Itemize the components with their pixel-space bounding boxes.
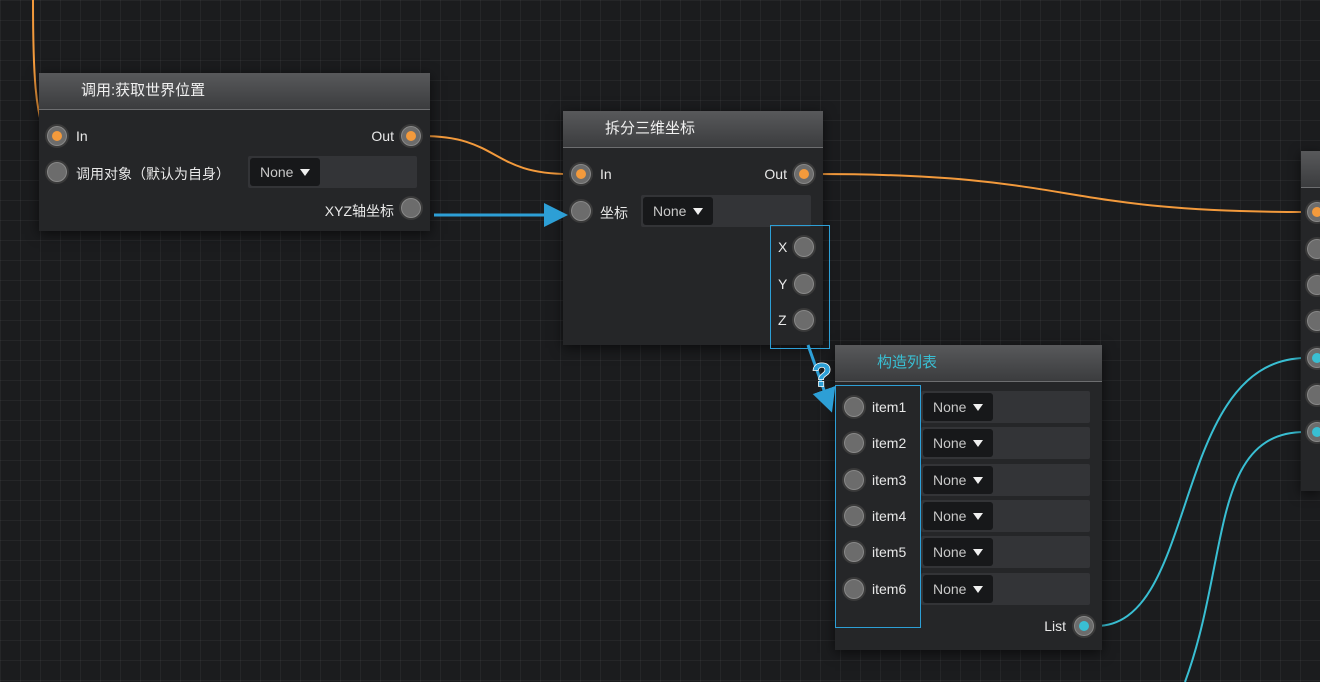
dropdown-value: None xyxy=(933,544,967,560)
list-wire-b[interactable] xyxy=(1184,431,1306,682)
node-title[interactable]: 拆分三维坐标 xyxy=(563,111,823,148)
dropdown-value: None xyxy=(933,435,967,451)
list-input-pin[interactable] xyxy=(1305,420,1320,444)
list-wire-a[interactable] xyxy=(1095,357,1306,627)
target-dropdown[interactable]: None xyxy=(250,158,320,186)
item-dropdown[interactable]: None xyxy=(923,575,993,603)
dropdown-arrow-icon xyxy=(973,549,983,556)
exec-in-pin[interactable] xyxy=(45,124,69,148)
xyz-output-pin[interactable] xyxy=(399,196,423,220)
list-output-pin[interactable] xyxy=(1072,614,1096,638)
exec-out-label: Out xyxy=(764,166,787,182)
dropdown-arrow-icon xyxy=(973,477,983,484)
dropdown-value: None xyxy=(933,399,967,415)
exec-in-label: In xyxy=(600,166,612,182)
dropdown-arrow-icon xyxy=(973,586,983,593)
exec-in-label: In xyxy=(76,128,88,144)
target-label: 调用对象（默认为自身） xyxy=(76,166,230,182)
item-dropdown[interactable]: None xyxy=(923,393,993,421)
dropdown-value: None xyxy=(260,164,294,180)
exec-out-label: Out xyxy=(371,128,394,144)
dropdown-arrow-icon xyxy=(300,169,310,176)
target-pin[interactable] xyxy=(45,160,69,184)
node-get-world-position[interactable]: 调用:获取世界位置 In Out 调用对象（默认为自身） None XYZ轴坐标 xyxy=(39,73,430,231)
xyz-output-label: XYZ轴坐标 xyxy=(324,203,394,219)
coord-label: 坐标 xyxy=(600,205,628,221)
item-dropdown[interactable]: None xyxy=(923,502,993,530)
coord-input-pin[interactable] xyxy=(569,199,593,223)
item-field[interactable]: None xyxy=(921,573,1090,605)
input-pin[interactable] xyxy=(1305,273,1320,297)
dropdown-arrow-icon xyxy=(973,513,983,520)
dropdown-arrow-icon xyxy=(693,208,703,215)
item-field[interactable]: None xyxy=(921,427,1090,459)
node-offscreen-right[interactable] xyxy=(1301,151,1320,491)
item-field[interactable]: None xyxy=(921,536,1090,568)
dropdown-value: None xyxy=(933,508,967,524)
item-field[interactable]: None xyxy=(921,464,1090,496)
node-title[interactable]: 调用:获取世界位置 xyxy=(39,73,430,110)
target-field[interactable]: None xyxy=(248,156,417,188)
input-pin[interactable] xyxy=(1305,309,1320,333)
exec-in-pin[interactable] xyxy=(569,162,593,186)
dropdown-value: None xyxy=(933,581,967,597)
item-field[interactable]: None xyxy=(921,500,1090,532)
coord-dropdown[interactable]: None xyxy=(643,197,713,225)
exec-wire-b[interactable] xyxy=(815,173,1306,213)
dropdown-arrow-icon xyxy=(973,440,983,447)
dropdown-value: None xyxy=(933,472,967,488)
list-output-label: List xyxy=(1044,618,1066,634)
exec-wire-a[interactable] xyxy=(421,135,570,175)
item-dropdown[interactable]: None xyxy=(923,466,993,494)
item-dropdown[interactable]: None xyxy=(923,429,993,457)
input-pin[interactable] xyxy=(1305,383,1320,407)
input-pin[interactable] xyxy=(1305,237,1320,261)
node-title[interactable] xyxy=(1301,151,1320,188)
item-field[interactable]: None xyxy=(921,391,1090,423)
exec-out-pin[interactable] xyxy=(399,124,423,148)
item-dropdown[interactable]: None xyxy=(923,538,993,566)
xyz-output-selection xyxy=(770,225,830,349)
coord-field[interactable]: None xyxy=(641,195,811,227)
dropdown-value: None xyxy=(653,203,687,219)
exec-in-pin[interactable] xyxy=(1305,200,1320,224)
list-input-pin[interactable] xyxy=(1305,346,1320,370)
node-title[interactable]: 构造列表 xyxy=(835,345,1102,382)
dropdown-arrow-icon xyxy=(973,404,983,411)
exec-out-pin[interactable] xyxy=(792,162,816,186)
items-input-selection xyxy=(835,385,921,628)
